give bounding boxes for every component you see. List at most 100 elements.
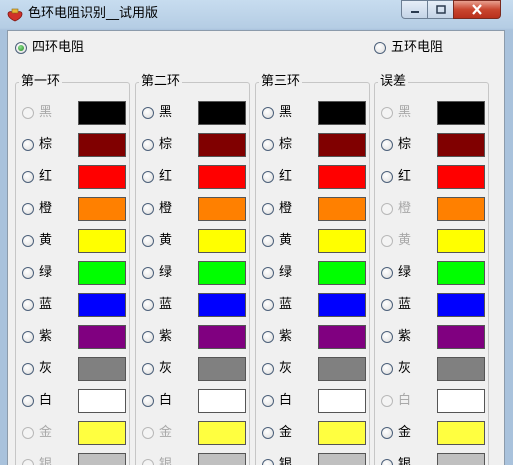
color-radio[interactable] bbox=[262, 299, 274, 311]
color-option-row[interactable]: 黄 bbox=[262, 229, 366, 253]
color-radio[interactable] bbox=[262, 171, 274, 183]
title-bar[interactable]: 色环电阻识别__试用版 bbox=[0, 0, 513, 30]
color-radio[interactable] bbox=[262, 395, 274, 407]
color-radio[interactable] bbox=[22, 267, 34, 279]
color-option-row[interactable]: 黑 bbox=[262, 101, 366, 125]
color-radio[interactable] bbox=[22, 395, 34, 407]
color-radio[interactable] bbox=[22, 363, 34, 375]
color-option-row[interactable]: 棕 bbox=[142, 133, 246, 157]
color-radio[interactable] bbox=[381, 459, 393, 465]
color-radio[interactable] bbox=[381, 427, 393, 439]
color-radio[interactable] bbox=[262, 363, 274, 375]
color-option-row[interactable]: 橙 bbox=[22, 197, 126, 221]
color-option-row[interactable]: 棕 bbox=[22, 133, 126, 157]
color-option-row[interactable]: 紫 bbox=[262, 325, 366, 349]
color-option-row[interactable]: 蓝 bbox=[22, 293, 126, 317]
color-option-row[interactable]: 蓝 bbox=[381, 293, 485, 317]
color-option-row[interactable]: 紫 bbox=[22, 325, 126, 349]
color-radio[interactable] bbox=[142, 267, 154, 279]
color-option-row[interactable]: 绿 bbox=[262, 261, 366, 285]
color-radio[interactable] bbox=[142, 363, 154, 375]
minimize-button[interactable] bbox=[401, 0, 428, 19]
color-option-row[interactable]: 白 bbox=[22, 389, 126, 413]
color-radio[interactable] bbox=[381, 331, 393, 343]
color-label: 银 bbox=[39, 457, 53, 465]
group-title-band3: 第三环 bbox=[259, 74, 303, 90]
color-radio[interactable] bbox=[22, 235, 34, 247]
color-label: 蓝 bbox=[279, 297, 293, 312]
color-option-row[interactable]: 红 bbox=[262, 165, 366, 189]
close-icon bbox=[472, 4, 482, 15]
color-option-row[interactable]: 红 bbox=[142, 165, 246, 189]
color-option-row[interactable]: 橙 bbox=[262, 197, 366, 221]
color-radio[interactable] bbox=[262, 427, 274, 439]
color-option-row[interactable]: 绿 bbox=[381, 261, 485, 285]
color-radio[interactable] bbox=[381, 267, 393, 279]
color-radio[interactable] bbox=[262, 107, 274, 119]
color-radio[interactable] bbox=[262, 267, 274, 279]
color-radio[interactable] bbox=[142, 235, 154, 247]
color-swatch bbox=[78, 133, 126, 157]
color-option-row[interactable]: 金 bbox=[381, 421, 485, 445]
color-radio[interactable] bbox=[142, 107, 154, 119]
four-band-label[interactable]: 四环电阻 bbox=[32, 40, 84, 56]
color-radio[interactable] bbox=[142, 395, 154, 407]
color-radio[interactable] bbox=[262, 203, 274, 215]
color-option-row[interactable]: 蓝 bbox=[142, 293, 246, 317]
color-option-row[interactable]: 紫 bbox=[381, 325, 485, 349]
color-radio[interactable] bbox=[142, 299, 154, 311]
color-option-row[interactable]: 黄 bbox=[22, 229, 126, 253]
color-radio[interactable] bbox=[381, 139, 393, 151]
color-radio[interactable] bbox=[142, 171, 154, 183]
five-band-radio[interactable] bbox=[374, 42, 386, 54]
color-swatch bbox=[198, 165, 246, 189]
color-radio[interactable] bbox=[381, 299, 393, 311]
color-option-row[interactable]: 银 bbox=[262, 453, 366, 465]
color-radio[interactable] bbox=[22, 203, 34, 215]
five-band-label[interactable]: 五环电阻 bbox=[391, 40, 443, 56]
maximize-button[interactable] bbox=[427, 0, 454, 19]
color-option-row[interactable]: 棕 bbox=[381, 133, 485, 157]
color-option-row[interactable]: 白 bbox=[142, 389, 246, 413]
color-radio[interactable] bbox=[22, 171, 34, 183]
color-radio[interactable] bbox=[22, 139, 34, 151]
color-radio[interactable] bbox=[142, 331, 154, 343]
color-option-row[interactable]: 红 bbox=[381, 165, 485, 189]
color-option-row[interactable]: 绿 bbox=[142, 261, 246, 285]
color-label: 橙 bbox=[398, 201, 412, 216]
color-label: 棕 bbox=[159, 137, 173, 152]
color-radio[interactable] bbox=[381, 363, 393, 375]
color-radio[interactable] bbox=[142, 203, 154, 215]
color-option-row[interactable]: 金 bbox=[262, 421, 366, 445]
color-label: 橙 bbox=[279, 201, 293, 216]
color-option-row[interactable]: 灰 bbox=[262, 357, 366, 381]
color-option-row[interactable]: 灰 bbox=[381, 357, 485, 381]
color-option-row[interactable]: 紫 bbox=[142, 325, 246, 349]
color-swatch bbox=[318, 261, 366, 285]
color-option-row[interactable]: 绿 bbox=[22, 261, 126, 285]
color-radio[interactable] bbox=[262, 459, 274, 465]
color-option-row[interactable]: 白 bbox=[262, 389, 366, 413]
color-radio[interactable] bbox=[262, 139, 274, 151]
color-label: 金 bbox=[279, 425, 293, 440]
color-option-row[interactable]: 黄 bbox=[142, 229, 246, 253]
color-option-row[interactable]: 灰 bbox=[22, 357, 126, 381]
color-radio[interactable] bbox=[22, 299, 34, 311]
color-swatch bbox=[437, 229, 485, 253]
color-option-row[interactable]: 黑 bbox=[142, 101, 246, 125]
color-option-row[interactable]: 棕 bbox=[262, 133, 366, 157]
color-option-row[interactable]: 蓝 bbox=[262, 293, 366, 317]
color-option-row[interactable]: 红 bbox=[22, 165, 126, 189]
color-radio[interactable] bbox=[381, 171, 393, 183]
color-option-row[interactable]: 银 bbox=[381, 453, 485, 465]
color-radio[interactable] bbox=[262, 331, 274, 343]
color-label: 白 bbox=[279, 393, 293, 408]
color-option-row[interactable]: 橙 bbox=[142, 197, 246, 221]
four-band-radio[interactable] bbox=[15, 42, 27, 54]
color-option-row[interactable]: 灰 bbox=[142, 357, 246, 381]
color-radio[interactable] bbox=[142, 139, 154, 151]
color-swatch bbox=[78, 101, 126, 125]
close-button[interactable] bbox=[453, 0, 501, 19]
color-radio[interactable] bbox=[262, 235, 274, 247]
color-radio[interactable] bbox=[22, 331, 34, 343]
